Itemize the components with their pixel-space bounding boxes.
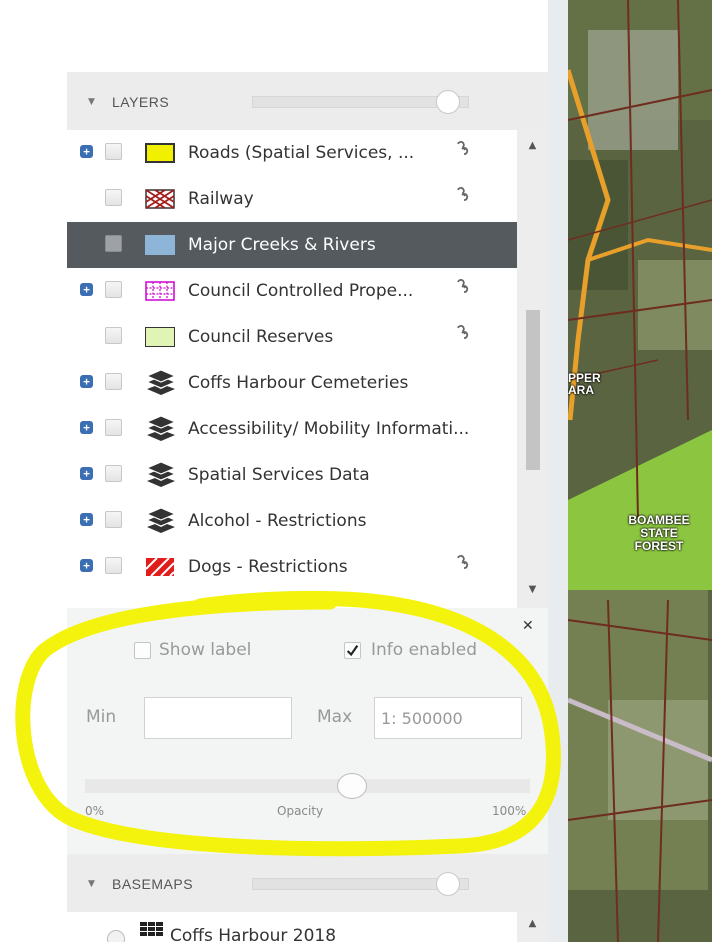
opacity-label: Opacity: [277, 804, 324, 818]
layers-stack-icon: [145, 369, 177, 395]
layer-visibility-checkbox[interactable]: [105, 327, 122, 344]
swatch-grid-magenta-icon: [145, 281, 175, 301]
layer-visibility-checkbox[interactable]: [105, 143, 122, 160]
layer-row-roads[interactable]: + Roads (Spatial Services, ...: [67, 130, 517, 176]
close-icon[interactable]: ✕: [522, 618, 534, 634]
layer-visibility-checkbox[interactable]: [105, 281, 122, 298]
layer-name: Council Reserves: [188, 327, 334, 347]
layers-header[interactable]: ▼ LAYERS: [67, 72, 548, 130]
layer-panel: ▼ LAYERS + Roads (Spatial Services, ... …: [67, 72, 548, 942]
layer-visibility-checkbox[interactable]: [105, 511, 122, 528]
layer-name: Coffs Harbour Cemeteries: [188, 373, 409, 393]
layer-name: Accessibility/ Mobility Informati...: [188, 419, 470, 439]
scroll-up-arrow-icon[interactable]: ▲: [517, 140, 548, 151]
checkmark-icon: [346, 645, 359, 657]
swatch-lightgreen-icon: [145, 327, 175, 347]
link-icon[interactable]: [455, 278, 471, 296]
layers-opacity-slider[interactable]: [252, 90, 469, 114]
swatch-blue-icon: [145, 235, 175, 255]
map-imagery: [548, 0, 712, 942]
layer-name: Council Controlled Prope...: [188, 281, 414, 301]
layer-list: + Roads (Spatial Services, ... Railway M…: [67, 130, 517, 608]
swatch-railway-icon: [145, 189, 175, 209]
layers-stack-icon: [145, 507, 177, 533]
layer-visibility-checkbox[interactable]: [105, 465, 122, 482]
link-icon[interactable]: [455, 554, 471, 572]
layer-visibility-checkbox[interactable]: [105, 557, 122, 574]
layer-visibility-checkbox[interactable]: [105, 373, 122, 390]
basemaps-opacity-knob[interactable]: [435, 872, 460, 896]
basemaps-header[interactable]: ▼ BASEMAPS: [67, 854, 548, 912]
min-scale-input[interactable]: [144, 697, 292, 739]
map-label: FOREST: [634, 539, 684, 553]
layer-visibility-checkbox[interactable]: [105, 419, 122, 436]
expand-plus-icon[interactable]: +: [80, 375, 93, 388]
show-label-text: Show label: [159, 640, 252, 660]
layer-name: Alcohol - Restrictions: [188, 511, 367, 531]
link-icon[interactable]: [455, 324, 471, 342]
layer-opacity-knob[interactable]: [337, 773, 367, 799]
layers-stack-icon: [145, 461, 177, 487]
layer-row-alcohol[interactable]: + Alcohol - Restrictions: [67, 498, 517, 544]
expand-plus-icon[interactable]: +: [80, 145, 93, 158]
layer-visibility-checkbox[interactable]: [105, 189, 122, 206]
basemap-list-scrollbar[interactable]: ▲: [517, 912, 548, 942]
layer-list-scrollbar[interactable]: ▲ ▼: [517, 130, 548, 608]
collapse-arrow-icon[interactable]: ▼: [88, 97, 95, 107]
min-scale-label: Min: [86, 707, 117, 727]
layer-row-council-reserves[interactable]: Council Reserves: [67, 314, 517, 360]
basemap-name: Coffs Harbour 2018: [170, 926, 337, 942]
layers-title: LAYERS: [112, 94, 170, 110]
map-label: ARA: [568, 383, 594, 397]
max-scale-label: Max: [317, 707, 353, 727]
basemaps-title: BASEMAPS: [112, 876, 194, 892]
layer-name: Roads (Spatial Services, ...: [188, 143, 415, 163]
scroll-down-arrow-icon[interactable]: ▼: [517, 584, 548, 595]
layer-row-council-property[interactable]: + Council Controlled Prope...: [67, 268, 517, 314]
opacity-max-label: 100%: [492, 804, 527, 818]
layer-opacity-slider[interactable]: [85, 773, 530, 799]
basemap-radio[interactable]: [107, 930, 125, 942]
layers-opacity-knob[interactable]: [435, 90, 460, 114]
layer-row-creeks-rivers[interactable]: Major Creeks & Rivers: [67, 222, 517, 268]
link-icon[interactable]: [455, 140, 471, 158]
opacity-min-label: 0%: [85, 804, 105, 818]
layer-visibility-checkbox[interactable]: [105, 235, 122, 252]
layer-name: Major Creeks & Rivers: [188, 235, 376, 255]
layers-stack-icon: [145, 415, 177, 441]
layer-row-dogs[interactable]: + Dogs - Restrictions: [67, 544, 517, 590]
layer-properties-panel: ✕ Show label Info enabled Min Max 0% Opa…: [67, 608, 548, 854]
info-enabled-checkbox[interactable]: [344, 642, 361, 659]
layer-row-railway[interactable]: Railway: [67, 176, 517, 222]
basemaps-opacity-slider[interactable]: [252, 872, 469, 896]
layer-row-cemeteries[interactable]: + Coffs Harbour Cemeteries: [67, 360, 517, 406]
basemap-row[interactable]: Coffs Harbour 2018: [67, 912, 517, 942]
map-gutter: [548, 0, 568, 942]
layer-name: Spatial Services Data: [188, 465, 370, 485]
link-icon[interactable]: [455, 186, 471, 204]
grid-tiles-icon: [140, 922, 163, 936]
layer-row-spatial-services[interactable]: + Spatial Services Data: [67, 452, 517, 498]
collapse-arrow-icon[interactable]: ▼: [88, 879, 95, 889]
layer-name: Dogs - Restrictions: [188, 557, 348, 577]
swatch-red-hatch-icon: [145, 557, 175, 577]
expand-plus-icon[interactable]: +: [80, 421, 93, 434]
swatch-yellow-icon: [145, 143, 175, 163]
layer-row-accessibility[interactable]: + Accessibility/ Mobility Informati...: [67, 406, 517, 452]
show-label-checkbox[interactable]: [134, 642, 151, 659]
map-view[interactable]: PPER ARA BOAMBEE STATE FOREST: [548, 0, 712, 942]
max-scale-input[interactable]: [374, 697, 522, 739]
expand-plus-icon[interactable]: +: [80, 283, 93, 296]
expand-plus-icon[interactable]: +: [80, 513, 93, 526]
info-enabled-text: Info enabled: [371, 640, 477, 660]
layer-name: Railway: [188, 189, 254, 209]
basemap-list: Coffs Harbour 2018: [67, 912, 517, 942]
scroll-up-arrow-icon[interactable]: ▲: [517, 918, 548, 929]
scroll-thumb[interactable]: [526, 310, 540, 470]
expand-plus-icon[interactable]: +: [80, 467, 93, 480]
expand-plus-icon[interactable]: +: [80, 559, 93, 572]
